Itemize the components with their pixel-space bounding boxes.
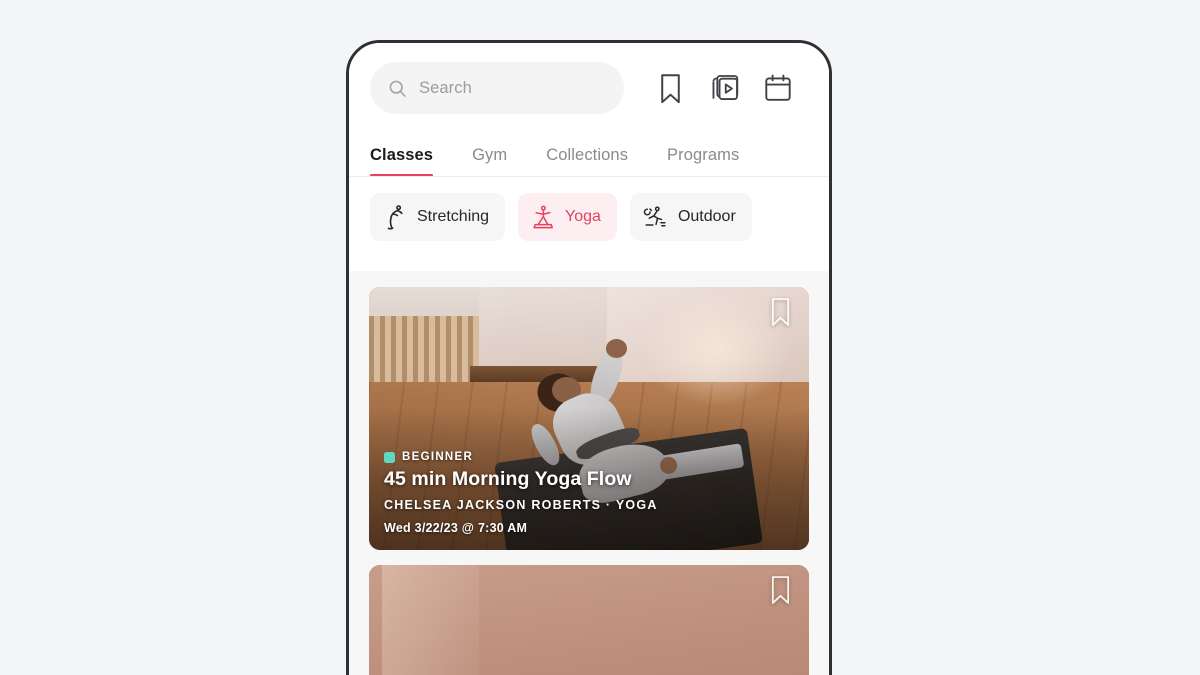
tab-bar: Classes Gym Collections Programs bbox=[349, 135, 829, 177]
class-card[interactable] bbox=[369, 565, 809, 675]
calendar-icon-button[interactable] bbox=[751, 62, 805, 114]
card-bookmark-button[interactable] bbox=[769, 297, 792, 327]
phone-frame: Search Classes Gym Collections Programs … bbox=[346, 40, 832, 675]
video-library-icon-button[interactable] bbox=[697, 62, 751, 114]
bookmark-outline-icon bbox=[769, 575, 792, 605]
difficulty-label: BEGINNER bbox=[402, 451, 474, 463]
search-icon bbox=[387, 78, 408, 99]
tab-collections-label: Collections bbox=[546, 146, 629, 164]
card-overlay-info: BEGINNER 45 min Morning Yoga Flow CHELSE… bbox=[384, 451, 794, 535]
difficulty-dot-icon bbox=[384, 451, 395, 463]
bookmark-outline-icon bbox=[769, 297, 792, 327]
class-thumbnail-image bbox=[369, 565, 809, 675]
chip-stretching[interactable]: Stretching bbox=[370, 193, 506, 241]
card-title: 45 min Morning Yoga Flow bbox=[384, 468, 632, 490]
search-input[interactable]: Search bbox=[370, 62, 624, 114]
tab-classes[interactable]: Classes bbox=[370, 146, 434, 177]
search-placeholder-text: Search bbox=[419, 78, 472, 97]
class-list[interactable]: BEGINNER 45 min Morning Yoga Flow CHELSE… bbox=[349, 271, 829, 675]
difficulty-badge: BEGINNER bbox=[384, 451, 794, 463]
chip-yoga-label: Yoga bbox=[565, 208, 601, 225]
bookmark-icon bbox=[658, 73, 683, 104]
screenshot-canvas: Search Classes Gym Collections Programs … bbox=[0, 0, 1200, 675]
phone-screen: Search Classes Gym Collections Programs … bbox=[349, 43, 829, 675]
running-figure-icon bbox=[643, 204, 668, 231]
tab-collections[interactable]: Collections bbox=[546, 146, 628, 177]
chip-outdoor-label: Outdoor bbox=[677, 208, 736, 225]
chip-stretching-label: Stretching bbox=[417, 208, 490, 225]
app-header: Search Classes Gym Collections Programs … bbox=[349, 43, 829, 271]
header-icon-group bbox=[643, 62, 808, 114]
chip-outdoor[interactable]: Outdoor bbox=[629, 193, 752, 241]
class-card[interactable]: BEGINNER 45 min Morning Yoga Flow CHELSE… bbox=[369, 287, 809, 550]
yoga-figure-icon bbox=[531, 204, 555, 231]
stretching-figure-icon bbox=[383, 204, 407, 231]
tab-programs-label: Programs bbox=[667, 146, 740, 164]
video-library-icon bbox=[709, 73, 740, 103]
tab-gym-label: Gym bbox=[472, 146, 508, 164]
tab-gym[interactable]: Gym bbox=[472, 146, 507, 177]
tab-programs[interactable]: Programs bbox=[667, 146, 739, 177]
tab-classes-label: Classes bbox=[370, 146, 434, 164]
card-bookmark-button[interactable] bbox=[769, 575, 792, 605]
bookmark-icon-button[interactable] bbox=[643, 62, 697, 114]
category-chip-row: Stretching Yoga Outdoor bbox=[349, 177, 829, 241]
calendar-icon bbox=[763, 73, 793, 103]
card-schedule: Wed 3/22/23 @ 7:30 AM bbox=[384, 521, 528, 535]
search-row: Search bbox=[349, 43, 829, 114]
chip-yoga[interactable]: Yoga bbox=[518, 193, 617, 241]
tab-divider bbox=[349, 176, 829, 177]
card-instructor: CHELSEA JACKSON ROBERTS · YOGA bbox=[384, 498, 658, 512]
